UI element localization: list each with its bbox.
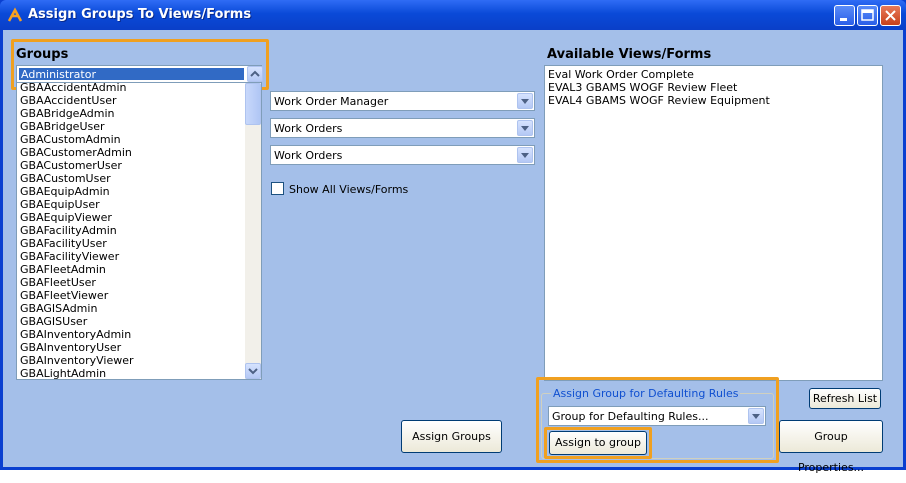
scroll-up-button[interactable] [247,66,263,82]
scroll-down-button[interactable] [245,363,261,379]
defaulting-legend: Assign Group for Defaulting Rules [551,387,741,400]
title-bar[interactable]: Assign Groups To Views/Forms [0,0,906,30]
assign-to-group-button[interactable]: Assign to group [549,431,647,455]
groups-selected-value: Administrator [21,68,96,81]
group-list-item[interactable]: GBACustomUser [17,172,245,185]
refresh-list-button[interactable]: Refresh List [809,388,881,409]
group-list-item[interactable]: GBAInventoryViewer [17,354,245,367]
groups-selected-field[interactable]: Administrator [16,65,263,83]
group-list-item[interactable]: GBAGISAdmin [17,302,245,315]
chevron-down-icon [248,368,258,375]
group-list-item[interactable]: GBACustomerAdmin [17,146,245,159]
group-list-item[interactable]: GBAGISUser [17,315,245,328]
chevron-down-icon[interactable] [748,408,764,424]
defaulting-combo-value: Group for Defaulting Rules... [552,410,709,423]
group-list-item[interactable]: GBABridgeAdmin [17,107,245,120]
chevron-down-icon[interactable] [517,120,533,136]
show-all-label: Show All Views/Forms [289,183,409,196]
scroll-thumb[interactable] [245,83,261,125]
groups-label: Groups [16,47,69,62]
module-combo[interactable]: Work Order Manager [270,91,535,111]
close-icon [885,10,896,21]
module-combo-value: Work Order Manager [274,95,389,108]
group-list-item[interactable]: GBACustomAdmin [17,133,245,146]
group-list-item[interactable]: GBAAccidentUser [17,94,245,107]
category-combo-value: Work Orders [274,122,343,135]
close-button[interactable] [880,5,901,26]
group-list-item[interactable]: GBAFleetAdmin [17,263,245,276]
window-title: Assign Groups To Views/Forms [28,7,252,22]
defaulting-combo[interactable]: Group for Defaulting Rules... [548,406,766,426]
groups-list[interactable]: GBAAccidentAdmin GBAAccidentUser GBABridge… [16,83,262,380]
group-list-item[interactable]: GBAFacilityAdmin [17,224,245,237]
available-list-item[interactable]: EVAL3 GBAMS WOGF Review Fleet [545,81,770,94]
group-list-item[interactable]: GBAEquipViewer [17,211,245,224]
group-list-item[interactable]: GBALightAdmin [17,367,245,379]
show-all-checkbox[interactable] [271,182,284,195]
chevron-up-icon [250,70,260,77]
group-list-item[interactable]: GBAEquipUser [17,198,245,211]
group-list-item[interactable]: GBAEquipAdmin [17,185,245,198]
type-combo-value: Work Orders [274,149,343,162]
group-properties-button[interactable]: Group Properties... [779,420,883,474]
group-list-item[interactable]: GBAInventoryUser [17,341,245,354]
maximize-icon [861,9,874,21]
minimize-icon [840,18,847,21]
type-combo[interactable]: Work Orders [270,145,535,165]
window-client: Groups Administrator GBAAccidentAdmin GBA… [3,30,903,474]
app-icon [7,7,23,22]
available-list-item[interactable]: EVAL4 GBAMS WOGF Review Equipment [545,94,770,107]
group-list-item[interactable]: GBACustomerUser [17,159,245,172]
category-combo[interactable]: Work Orders [270,118,535,138]
group-list-item[interactable]: GBAFleetUser [17,276,245,289]
group-list-item[interactable]: GBAFacilityViewer [17,250,245,263]
maximize-button[interactable] [857,5,878,26]
group-list-item[interactable]: GBAAccidentAdmin [17,83,245,94]
chevron-down-icon[interactable] [517,147,533,163]
available-list-item[interactable]: Eval Work Order Complete [545,68,770,81]
assign-groups-window: Assign Groups To Views/Forms Groups Admi… [0,0,906,474]
group-list-item[interactable]: GBABridgeUser [17,120,245,133]
group-list-item[interactable]: GBAFacilityUser [17,237,245,250]
minimize-button[interactable] [834,5,855,26]
group-list-item[interactable]: GBAInventoryAdmin [17,328,245,341]
groups-scrollbar[interactable] [245,83,261,379]
available-label: Available Views/Forms [547,47,712,62]
group-list-item[interactable]: GBAFleetViewer [17,289,245,302]
assign-groups-button[interactable]: Assign Groups [401,420,502,453]
available-list[interactable]: Eval Work Order Complete EVAL3 GBAMS WOGF… [544,65,883,381]
chevron-down-icon[interactable] [517,93,533,109]
